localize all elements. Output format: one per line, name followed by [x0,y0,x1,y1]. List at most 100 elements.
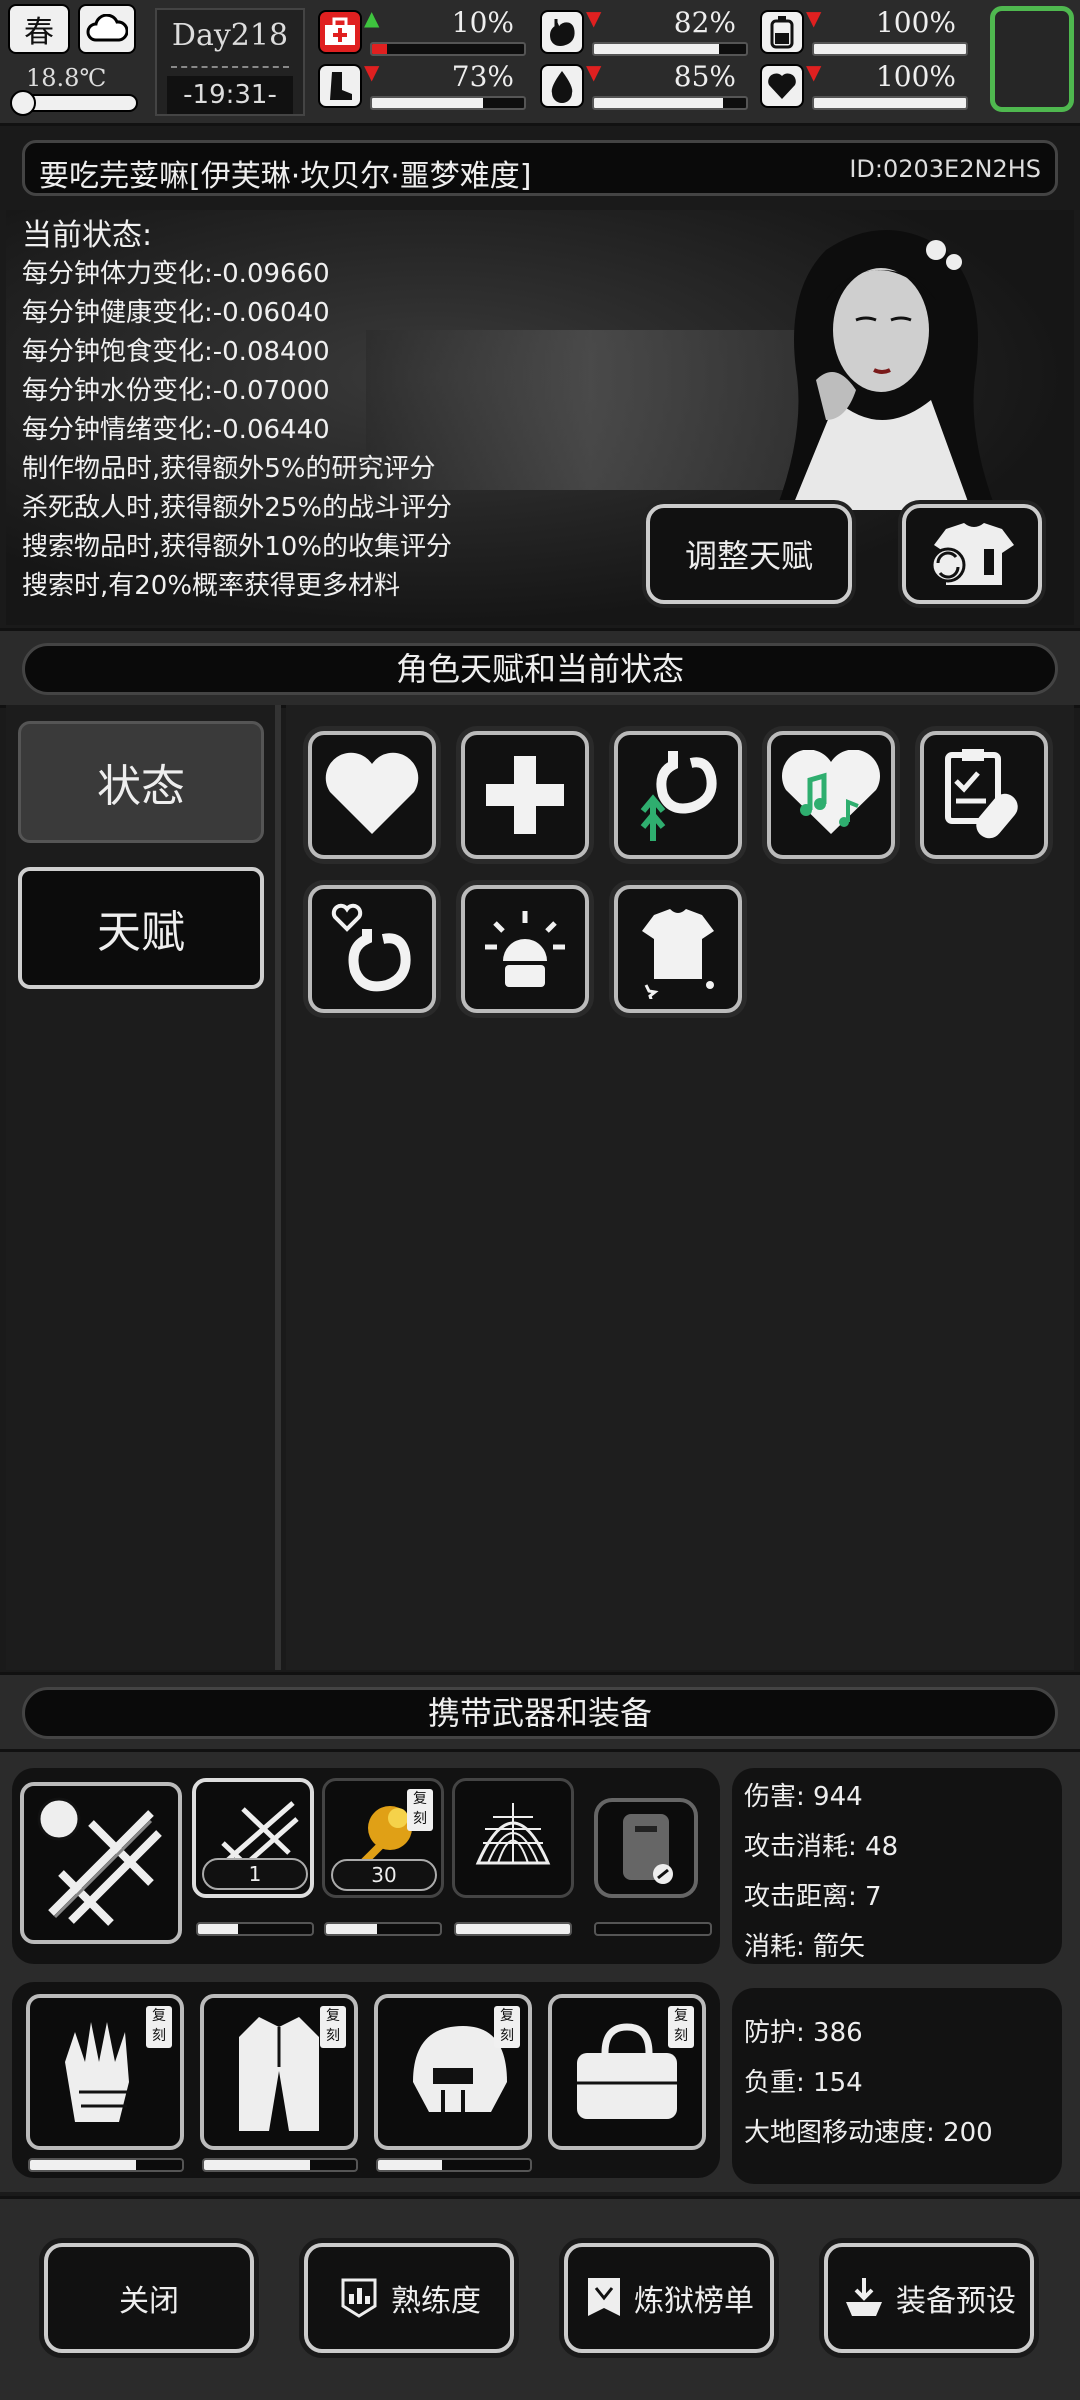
stat-water[interactable]: ▼ 85% [540,60,756,112]
equip-section-header: 携带武器和装备 [0,1672,1080,1752]
durability-bar [202,2158,358,2172]
armor-slot-bag[interactable]: 复刻 [548,1994,706,2150]
day-clock-panel: Day218 -19:31- [155,8,305,116]
alarm-icon[interactable] [461,885,589,1013]
durability-bar [196,1922,314,1936]
copy-badge: 复刻 [407,1789,433,1831]
copy-badge: 复刻 [494,2006,520,2048]
shirt-stars-icon[interactable] [614,885,742,1013]
weapon-attack-range: 攻击距离: 7 [744,1882,882,1912]
durability-bar [28,2158,184,2172]
riot-shield-icon [623,1814,673,1884]
quick-slot-button[interactable] [990,6,1074,112]
adjust-talent-label: 调整天赋 [684,537,813,575]
stat-energy[interactable]: ▼ 100% [760,6,976,58]
armor-slot-gloves[interactable]: 复刻 [26,1994,184,2150]
stat-stamina[interactable]: ▼ 73% [318,60,534,112]
tab-column: 状态 天赋 [6,705,281,1670]
heart-icon[interactable] [308,731,436,859]
music-heart-icon[interactable] [767,731,895,859]
status-line: 每分钟水份变化:-0.07000 [22,376,330,406]
weapon-count: 30 [331,1859,437,1891]
status-line: 每分钟健康变化:-0.06040 [22,298,330,328]
change-outfit-button[interactable] [902,504,1042,604]
banner-icon [588,2278,620,2316]
medkit-icon [318,10,362,54]
weapon-slot-4[interactable] [594,1798,698,1898]
stomach-arrows-icon[interactable] [614,731,742,859]
status-line: 每分钟饱食变化:-0.08400 [22,337,330,367]
heart-icon [760,64,804,108]
map-move-speed: 大地图移动速度: 200 [744,2118,993,2148]
trend-down-icon: ▼ [806,6,822,30]
stomach-heart-icon[interactable] [308,885,436,1013]
crossbow-icon [37,1797,162,1926]
weapon-info: 伤害: 944 攻击消耗: 48 攻击距离: 7 消耗: 箭矢 [732,1768,1062,1964]
clipboard-pill-icon[interactable] [920,731,1048,859]
equip-section-title: 携带武器和装备 [22,1687,1058,1739]
equipment-area: 1 复刻 30 伤害: 944 攻击消耗: 48 攻击距离: 7 消耗: 箭矢 … [0,1752,1080,2192]
status-title: 当前状态: [22,218,153,253]
armor-load: 负重: 154 [744,2068,863,2098]
weapon-consumes: 消耗: 箭矢 [744,1932,866,1962]
weapon-slot-3[interactable] [452,1778,574,1898]
armor-info: 防护: 386 负重: 154 大地图移动速度: 200 [732,1988,1062,2184]
tab-talent[interactable]: 天赋 [18,867,264,989]
outfit-swap-icon [930,523,1014,585]
copy-badge: 复刻 [320,2006,346,2048]
equipment-preset-button[interactable]: 装备预设 [824,2243,1034,2353]
bottom-action-bar: 关闭 熟练度 炼狱榜单 装备预设 [0,2196,1080,2400]
cross-icon[interactable] [461,731,589,859]
adjust-talent-button[interactable]: 调整天赋 [646,504,852,604]
status-text-block: 当前状态: 每分钟体力变化:-0.09660 每分钟健康变化:-0.06040 … [22,216,452,606]
durability-bar [324,1922,442,1936]
season-button[interactable]: 春 [8,4,70,54]
game-clock: -19:31- [167,76,293,114]
character-name: 要吃芫荽嘛[伊芙琳·坎贝尔·噩梦难度] [39,159,532,194]
stomach-icon [540,10,584,54]
weather-button[interactable] [78,4,136,54]
stat-satiety[interactable]: ▼ 82% [540,6,756,58]
status-line: 制作物品时,获得额外5%的研究评分 [22,454,436,484]
proficiency-button[interactable]: 熟练度 [304,2243,514,2353]
cloud-icon [86,14,128,42]
trend-down-icon: ▼ [586,6,602,30]
weapon-main-slot[interactable] [20,1782,182,1944]
trend-down-icon: ▼ [806,60,822,84]
stat-mood[interactable]: ▼ 100% [760,60,976,112]
weapon-slot-2[interactable]: 复刻 30 [322,1778,444,1898]
tab-status[interactable]: 状态 [18,721,264,843]
weapon-damage: 伤害: 944 [744,1782,863,1812]
season-label: 春 [24,15,54,50]
boot-icon [318,64,362,108]
trend-down-icon: ▼ [364,60,380,84]
copy-badge: 复刻 [668,2006,694,2048]
durability-bar [594,1922,712,1936]
status-line: 每分钟体力变化:-0.09660 [22,259,330,289]
armor-slot-helmet[interactable]: 复刻 [374,1994,532,2150]
talent-section-header: 角色天赋和当前状态 [0,628,1080,708]
talent-section-title: 角色天赋和当前状态 [22,643,1058,695]
durability-bar [376,2158,532,2172]
net-icon [475,1803,551,1865]
weapon-slot-1[interactable]: 1 [192,1778,314,1898]
battery-icon [760,10,804,54]
armor-slot-coat[interactable]: 复刻 [200,1994,358,2150]
weapon-count: 1 [202,1858,308,1890]
water-drop-icon [540,64,584,108]
stat-health[interactable]: ▲ 10% [318,6,534,58]
character-portrait [776,230,996,510]
armor-row: 复刻 复刻 复刻 复刻 [12,1982,720,2178]
status-line: 搜索时,有20%概率获得更多材料 [22,571,401,601]
close-button[interactable]: 关闭 [44,2243,254,2353]
trend-down-icon: ▼ [586,60,602,84]
status-icon-grid [286,705,1074,1670]
hell-ranking-button[interactable]: 炼狱榜单 [564,2243,774,2353]
trend-up-icon: ▲ [364,6,380,30]
temperature-readout: 18.8℃ [26,64,107,92]
download-box-icon [846,2278,882,2316]
status-line: 搜索物品时,获得额外10%的收集评分 [22,532,453,562]
copy-badge: 复刻 [146,2006,172,2048]
top-status-bar: 春 18.8℃ Day218 -19:31- ▲ 10% ▼ 82% ▼ 100… [0,0,1080,126]
status-panel: 当前状态: 每分钟体力变化:-0.09660 每分钟健康变化:-0.06040 … [6,210,1074,625]
